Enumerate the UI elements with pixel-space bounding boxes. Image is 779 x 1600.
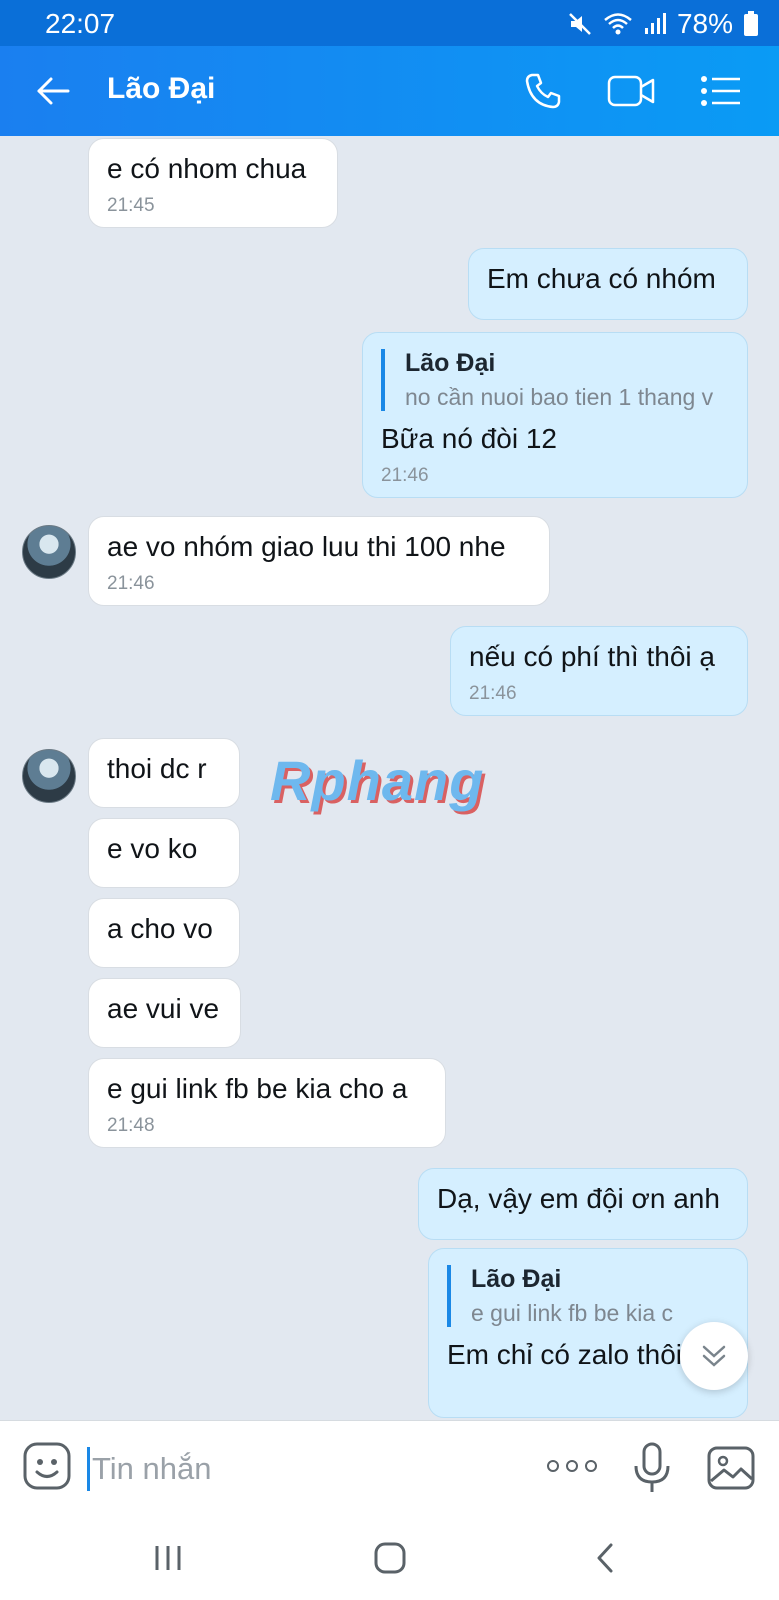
message-bubble[interactable]: e có nhom chua 21:45 <box>88 138 338 228</box>
mute-icon <box>567 11 593 37</box>
message-bubble[interactable]: nếu có phí thì thôi ạ 21:46 <box>450 626 748 716</box>
quoted-text: e gui link fb be kia c <box>471 1300 674 1326</box>
message-bubble[interactable]: a cho vo <box>88 898 240 968</box>
contact-name[interactable]: Lão Đại <box>107 72 215 106</box>
contact-avatar[interactable] <box>22 525 76 579</box>
message-text: a cho vo <box>107 913 213 944</box>
message-text: e có nhom chua <box>107 153 307 184</box>
video-call-icon[interactable] <box>606 66 656 116</box>
message-time: 21:46 <box>107 573 155 594</box>
more-icon[interactable] <box>547 1451 597 1481</box>
text-cursor <box>87 1447 90 1491</box>
message-bubble[interactable]: Dạ, vậy em đội ơn anh <box>418 1168 748 1240</box>
message-text: Em chưa có nhóm <box>487 263 716 294</box>
signal-icon <box>643 12 667 36</box>
reply-message-bubble[interactable]: Lão Đại no cần nuoi bao tien 1 thang v B… <box>362 332 748 498</box>
image-icon[interactable] <box>706 1443 756 1493</box>
chevron-double-down-icon <box>702 1345 726 1367</box>
microphone-icon[interactable] <box>630 1441 674 1495</box>
status-time: 22:07 <box>45 8 116 39</box>
message-bubble[interactable]: Em chưa có nhóm <box>468 248 748 320</box>
message-text: ae vui ve <box>107 993 220 1024</box>
back-arrow-icon[interactable] <box>30 68 76 114</box>
chat-header: Lão Đại <box>0 46 779 136</box>
message-bubble[interactable]: ae vo nhóm giao luu thi 100 nhe 21:46 <box>88 516 550 606</box>
message-time: 21:48 <box>107 1115 155 1136</box>
status-icons: 78% <box>567 8 759 40</box>
message-text: ae vo nhóm giao luu thi 100 nhe <box>107 531 506 562</box>
message-time: 21:46 <box>469 683 517 704</box>
message-bubble[interactable]: e gui link fb be kia cho a 21:48 <box>88 1058 446 1148</box>
message-time: 21:45 <box>107 195 155 216</box>
scroll-to-bottom-button[interactable] <box>680 1322 748 1390</box>
menu-list-icon[interactable] <box>696 66 746 116</box>
message-input[interactable]: Tin nhắn <box>92 1451 212 1487</box>
message-text: e vo ko <box>107 833 198 864</box>
battery-percent: 78% <box>676 8 733 39</box>
recent-apps-icon[interactable] <box>146 1536 190 1580</box>
message-text: thoi dc r <box>107 753 207 784</box>
back-icon[interactable] <box>584 1536 628 1580</box>
wifi-icon <box>603 11 633 37</box>
battery-icon <box>743 11 759 37</box>
quoted-sender: Lão Đại <box>471 1265 562 1293</box>
status-bar: 22:07 78% <box>0 0 779 46</box>
message-text: nếu có phí thì thôi ạ <box>469 641 715 672</box>
home-icon[interactable] <box>368 1536 412 1580</box>
message-text: e gui link fb be kia cho a <box>107 1073 408 1104</box>
message-input-bar: Tin nhắn <box>0 1420 779 1516</box>
contact-avatar[interactable] <box>22 749 76 803</box>
message-bubble[interactable]: ae vui ve <box>88 978 241 1048</box>
message-text: Bữa nó đòi 12 <box>381 423 557 454</box>
watermark-logo: Rphang <box>270 749 485 812</box>
quoted-message[interactable]: Lão Đại e gui link fb be kia c <box>447 1265 729 1327</box>
quoted-sender: Lão Đại <box>405 349 496 377</box>
quoted-message[interactable]: Lão Đại no cần nuoi bao tien 1 thang v <box>381 349 729 411</box>
message-bubble[interactable]: thoi dc r <box>88 738 240 808</box>
emoji-icon[interactable] <box>22 1441 72 1491</box>
message-bubble[interactable]: e vo ko <box>88 818 240 888</box>
message-text: Em chỉ có zalo thôi <box>447 1339 682 1370</box>
system-nav-bar <box>0 1516 779 1600</box>
message-text: Dạ, vậy em đội ơn anh <box>437 1183 720 1214</box>
phone-icon[interactable] <box>518 66 568 116</box>
message-time: 21:46 <box>381 465 429 486</box>
chat-messages[interactable]: e có nhom chua 21:45 Em chưa có nhóm Lão… <box>0 136 779 1420</box>
quoted-text: no cần nuoi bao tien 1 thang v <box>405 384 714 410</box>
